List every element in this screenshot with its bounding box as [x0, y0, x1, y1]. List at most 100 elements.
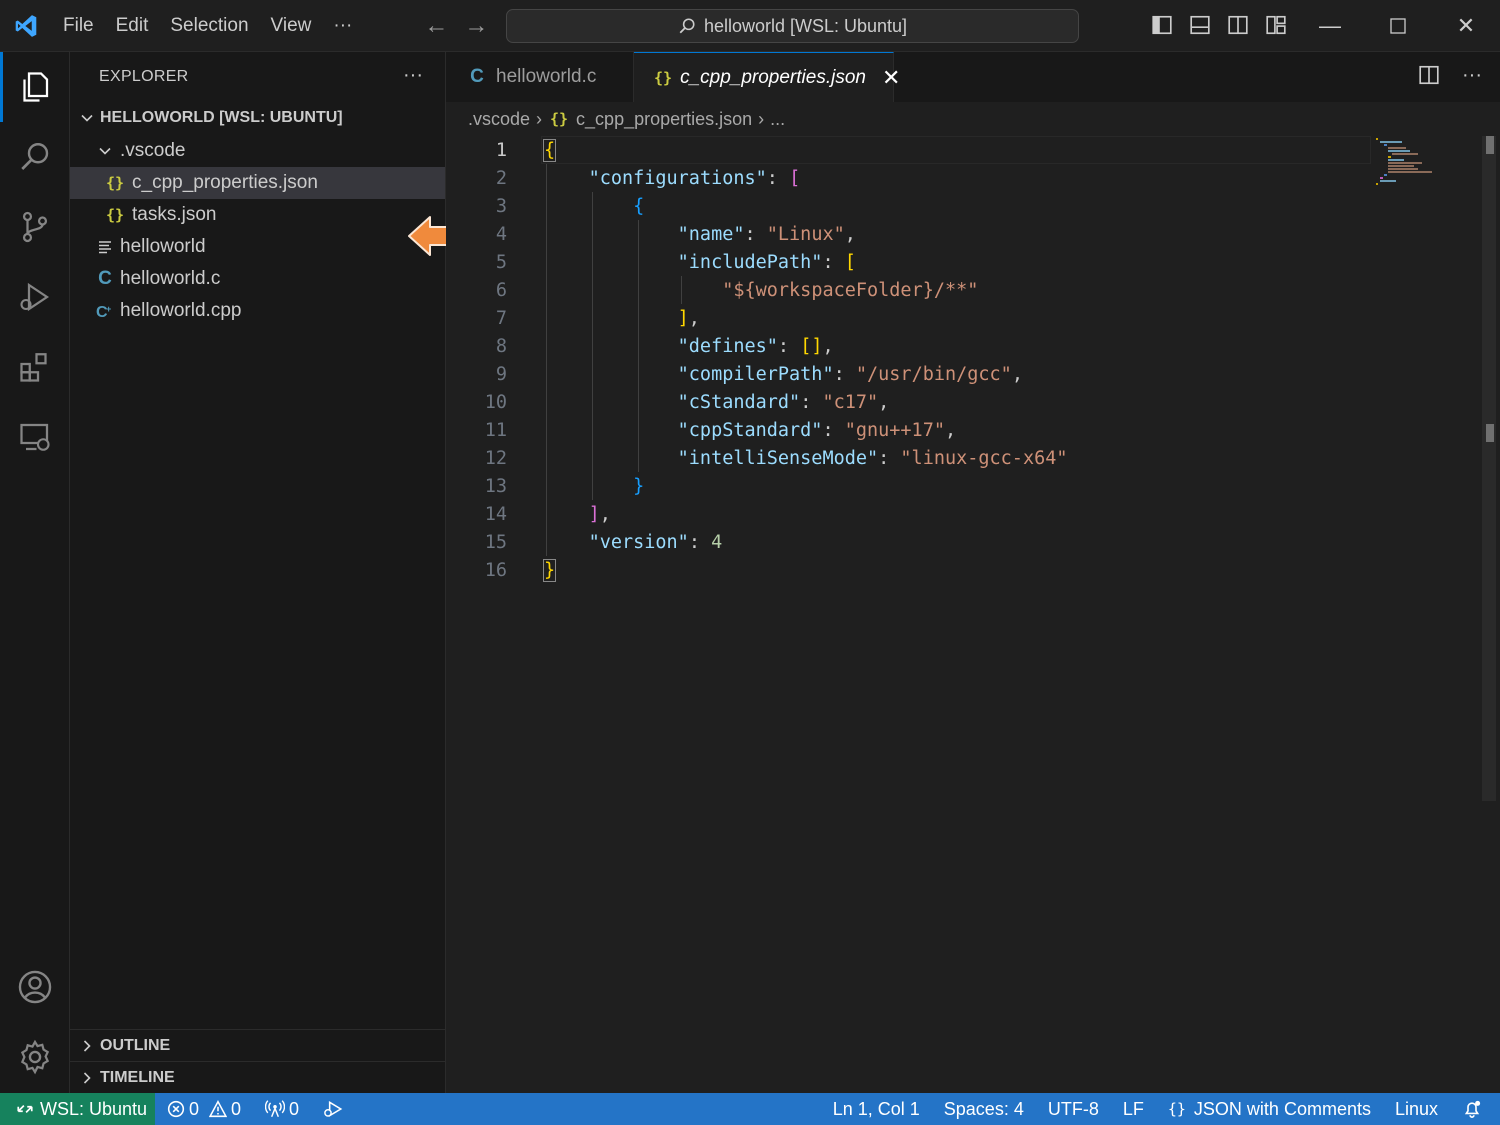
code-line: 15 "version": 4 — [446, 528, 1476, 556]
manage-gear-icon[interactable] — [0, 1022, 70, 1092]
chevron-right-icon — [78, 1071, 96, 1085]
search-icon[interactable] — [0, 122, 70, 192]
line-number: 8 — [495, 335, 507, 357]
chevron-right-icon: › — [758, 108, 765, 129]
run-and-debug-icon[interactable] — [0, 262, 70, 332]
accounts-icon[interactable] — [0, 952, 70, 1022]
menu-selection[interactable]: Selection — [159, 0, 259, 52]
source-control-icon[interactable] — [0, 192, 70, 262]
code-line: 10 "cStandard": "c17", — [446, 388, 1476, 416]
timeline-section[interactable]: TIMELINE — [70, 1061, 445, 1093]
vertical-scrollbar[interactable] — [1482, 136, 1496, 801]
line-number: 13 — [484, 475, 507, 497]
tree-item-helloworld-c[interactable]: C helloworld.c — [70, 263, 445, 295]
indentation[interactable]: Spaces: 4 — [932, 1093, 1036, 1125]
cpp-file-icon: C + — [94, 302, 116, 320]
tree-item-c-cpp-properties[interactable]: {} c_cpp_properties.json — [70, 167, 445, 199]
line-number: 12 — [484, 447, 507, 469]
menu-file[interactable]: File — [52, 0, 105, 52]
tree-item-label: .vscode — [120, 140, 186, 161]
tab-helloworld-c[interactable]: C helloworld.c — [446, 52, 634, 102]
extensions-icon[interactable] — [0, 332, 70, 402]
platform-indicator[interactable]: Linux — [1383, 1093, 1450, 1125]
outline-section[interactable]: OUTLINE — [70, 1029, 445, 1061]
end-of-line[interactable]: LF — [1111, 1093, 1156, 1125]
chevron-right-icon: › — [536, 108, 543, 129]
tree-item-helloworld-cpp[interactable]: C + helloworld.cpp — [70, 295, 445, 327]
forward-arrow-icon[interactable]: → — [463, 12, 489, 40]
tree-item-label: c_cpp_properties.json — [132, 172, 318, 193]
toggle-secondary-sidebar-icon[interactable] — [1226, 12, 1250, 38]
customize-layout-icon[interactable] — [1264, 12, 1288, 38]
timeline-label: TIMELINE — [100, 1068, 175, 1086]
encoding[interactable]: UTF-8 — [1036, 1093, 1111, 1125]
remote-label: WSL: Ubuntu — [40, 1098, 148, 1119]
menu-more[interactable]: ··· — [322, 0, 363, 52]
tab-label: c_cpp_properties.json — [680, 66, 866, 88]
line-number: 11 — [484, 419, 507, 441]
binary-file-icon — [94, 240, 116, 254]
line-number: 16 — [484, 559, 507, 581]
line-number: 14 — [484, 503, 507, 525]
maximize-icon[interactable] — [1364, 0, 1432, 52]
search-icon — [679, 18, 695, 34]
minimize-icon[interactable]: — — [1296, 0, 1364, 52]
code-line: 16 } — [446, 556, 1476, 584]
close-tab-icon[interactable]: ✕ — [882, 65, 900, 91]
c-file-icon: C — [98, 268, 112, 289]
breadcrumb-more[interactable]: ... — [770, 109, 785, 130]
problems-indicator[interactable]: 0 0 — [155, 1093, 253, 1125]
tab-label: helloworld.c — [496, 66, 597, 87]
close-window-icon[interactable]: ✕ — [1432, 0, 1500, 52]
tree-item-tasks-json[interactable]: {} tasks.json — [70, 199, 445, 231]
json-file-icon: {} — [105, 174, 125, 192]
command-center-label: helloworld [WSL: Ubuntu] — [703, 15, 908, 36]
command-center[interactable]: helloworld [WSL: Ubuntu] — [506, 9, 1079, 43]
code-line: 6 "${workspaceFolder}/**" — [446, 276, 1476, 304]
tree-item-vscode-folder[interactable]: .vscode — [70, 135, 445, 167]
outline-label: OUTLINE — [100, 1036, 171, 1054]
tree-item-helloworld-binary[interactable]: helloworld — [70, 231, 445, 263]
toggle-panel-icon[interactable] — [1188, 12, 1212, 38]
tab-c-cpp-properties[interactable]: {} c_cpp_properties.json ✕ — [634, 52, 900, 102]
line-number: 6 — [495, 279, 507, 301]
code-line: 5 "includePath": [ — [446, 248, 1476, 276]
tree-item-label: helloworld.c — [120, 268, 221, 289]
breadcrumb-file[interactable]: c_cpp_properties.json — [576, 109, 752, 130]
remote-icon — [17, 1105, 33, 1113]
workspace-label: HELLOWORLD [WSL: UBUNTU] — [100, 109, 343, 126]
code-line: 7 ], — [446, 304, 1476, 332]
ports-indicator[interactable]: 0 — [253, 1093, 311, 1125]
explorer-more-button[interactable]: ··· — [403, 64, 423, 87]
notifications-bell-icon[interactable] — [1450, 1093, 1500, 1125]
code-line: 2 "configurations": [ — [446, 164, 1476, 192]
menu-view[interactable]: View — [260, 0, 323, 52]
code-line: 4 "name": "Linux", — [446, 220, 1476, 248]
cursor-position[interactable]: Ln 1, Col 1 — [821, 1093, 932, 1125]
code-line: 12 "intelliSenseMode": "linux-gcc-x64" — [446, 444, 1476, 472]
code-editor[interactable]: 1 { 2 "configurations": [ 3 { 4 "name": … — [446, 136, 1500, 1093]
scrollbar-marker — [1486, 424, 1494, 442]
workspace-root[interactable]: HELLOWORLD [WSL: UBUNTU] — [70, 102, 445, 134]
breadcrumb-folder[interactable]: .vscode — [468, 109, 530, 130]
back-arrow-icon[interactable]: ← — [423, 12, 449, 40]
editor-more-actions-button[interactable]: ··· — [1462, 64, 1482, 92]
status-bar: WSL: Ubuntu 0 0 0 Ln 1, Col 1 Spaces: 4 … — [0, 1093, 1500, 1125]
debug-launch-icon[interactable] — [311, 1093, 355, 1125]
remote-explorer-icon[interactable] — [0, 402, 70, 472]
toggle-sidebar-icon[interactable] — [1150, 12, 1174, 38]
svg-text:+: + — [106, 304, 111, 314]
explorer-icon[interactable] — [0, 52, 70, 122]
remote-indicator[interactable]: WSL: Ubuntu — [0, 1093, 155, 1125]
language-mode[interactable]: {} JSON with Comments — [1156, 1093, 1383, 1125]
line-number: 4 — [495, 223, 507, 245]
activity-bar — [0, 52, 70, 1093]
menu-edit[interactable]: Edit — [105, 0, 160, 52]
code-line: 3 { — [446, 192, 1476, 220]
split-editor-icon[interactable] — [1418, 64, 1440, 92]
scrollbar-marker — [1486, 136, 1494, 154]
vscode-logo-icon — [0, 0, 52, 52]
minimap[interactable] — [1372, 136, 1462, 196]
json-file-icon: {} — [654, 68, 673, 87]
json-language-icon: {} — [1167, 1100, 1186, 1118]
